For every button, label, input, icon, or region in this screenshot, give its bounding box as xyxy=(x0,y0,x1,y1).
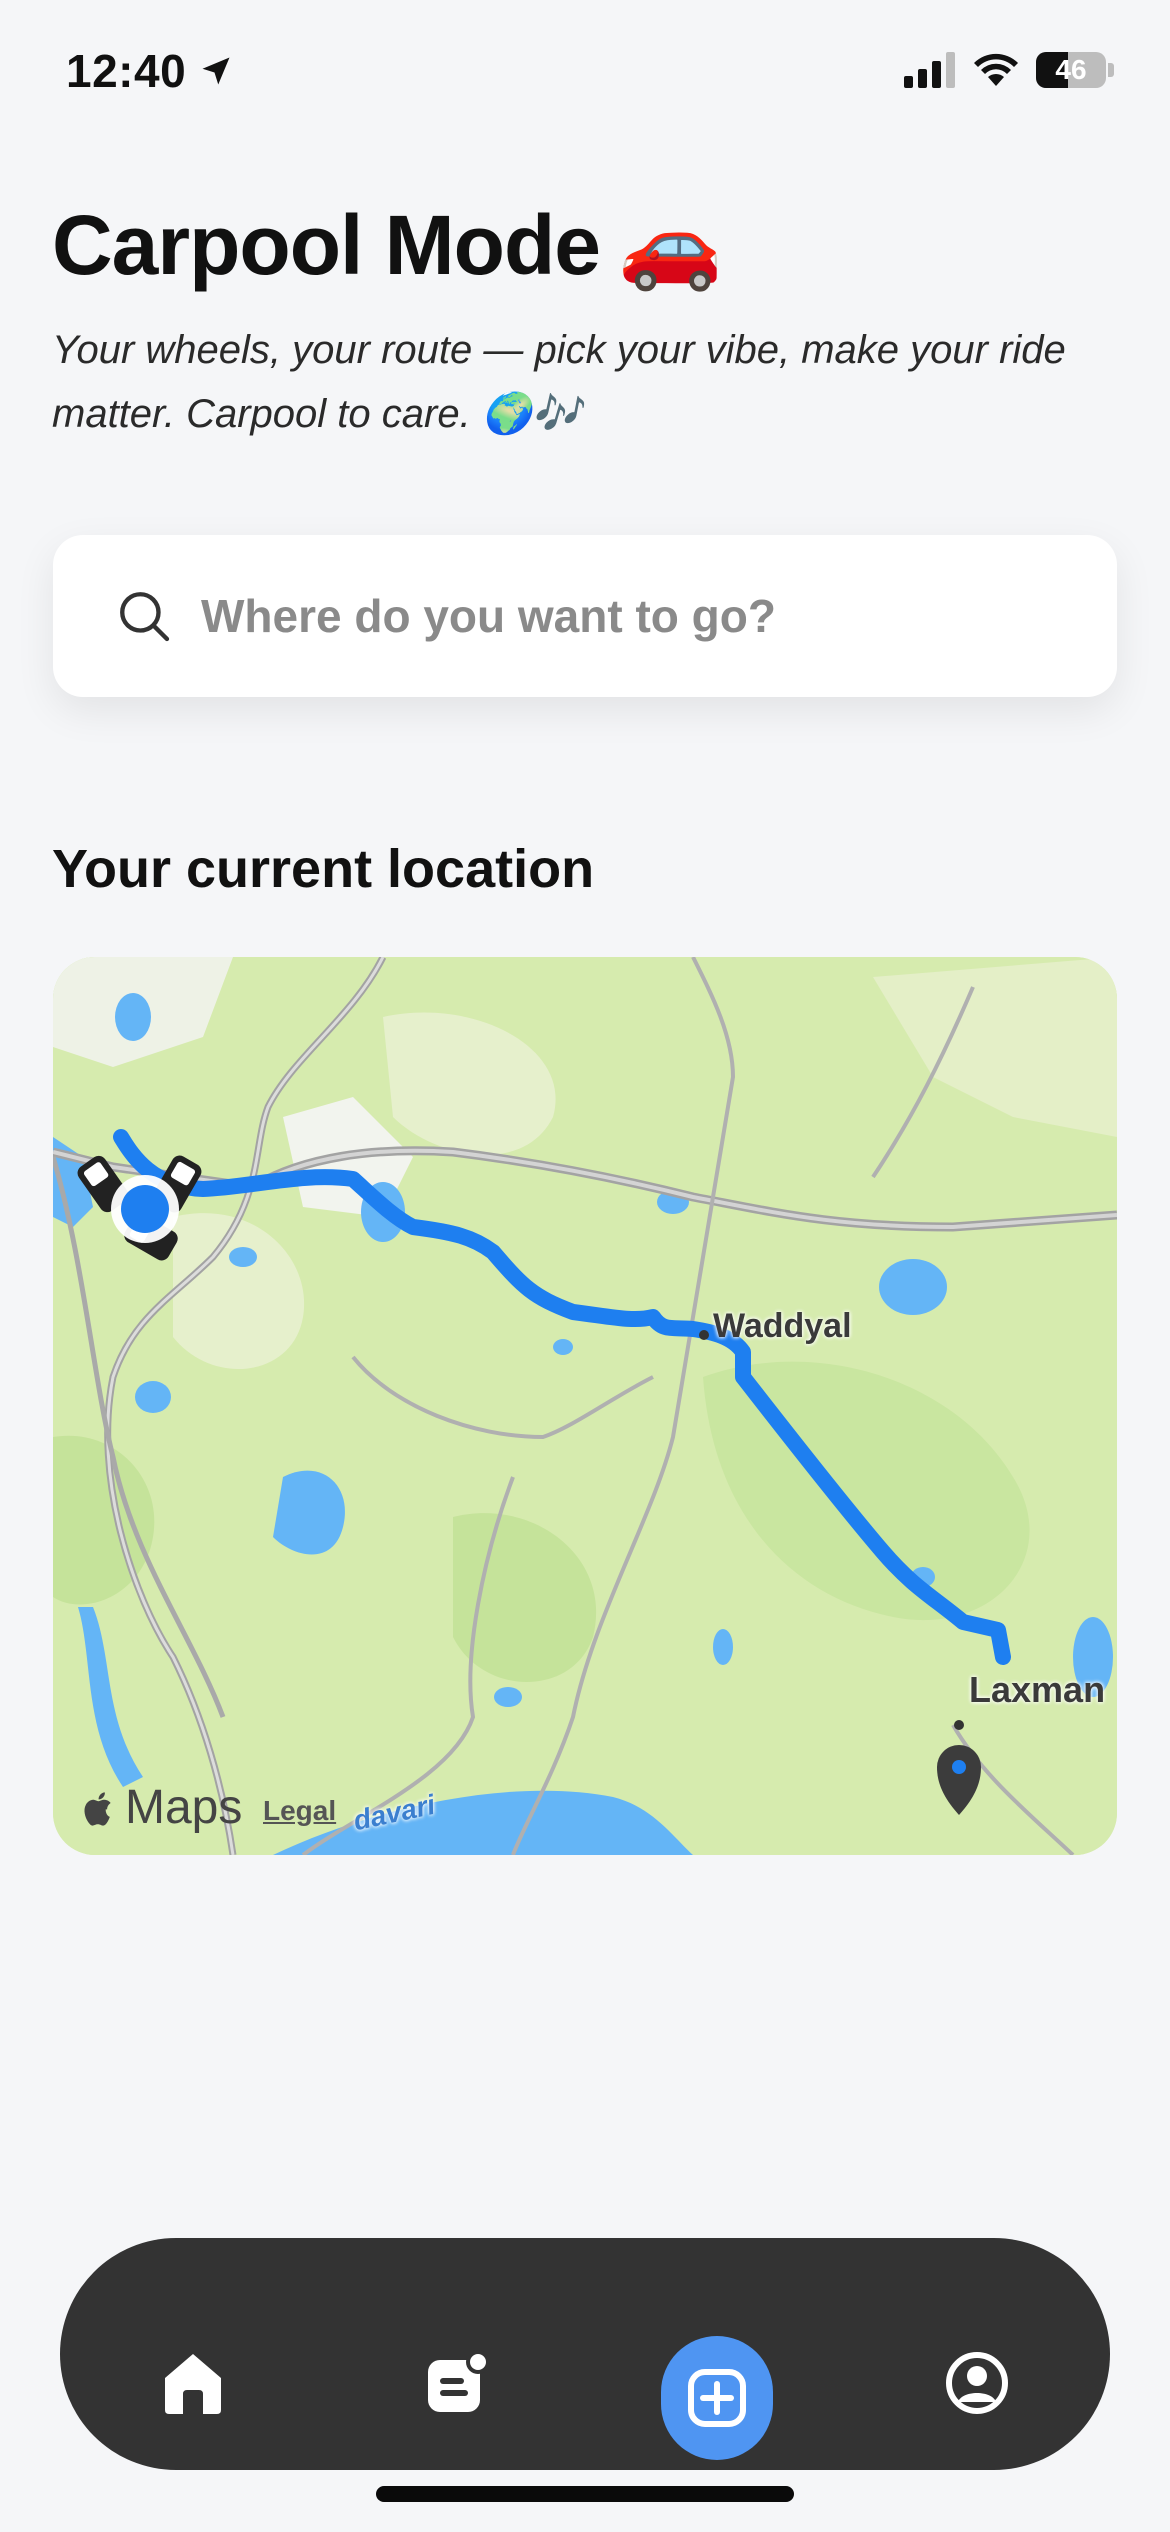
clock-text: 12:40 xyxy=(66,45,187,97)
current-location-heading: Your current location xyxy=(52,839,595,899)
wifi-icon xyxy=(974,53,1018,86)
apple-maps-attribution: Maps xyxy=(83,1780,242,1835)
apple-logo-icon xyxy=(84,1791,111,1826)
tab-bar xyxy=(60,2238,1110,2470)
status-time: 12:40 xyxy=(66,44,234,98)
page-title-text: Carpool Mode xyxy=(52,198,601,292)
car-emoji: 🚗 xyxy=(618,198,723,292)
page-title: Carpool Mode 🚗 xyxy=(52,196,723,295)
tab-home[interactable] xyxy=(148,2338,238,2428)
cellular-signal-icon xyxy=(904,52,955,88)
map-canvas xyxy=(53,957,1117,1855)
legal-link[interactable]: Legal xyxy=(263,1795,336,1827)
page-subtitle: Your wheels, your route — pick your vibe… xyxy=(52,328,1066,436)
news-feed-icon xyxy=(428,2350,490,2412)
map-label-waddyal: Waddyal xyxy=(713,1307,852,1345)
battery-icon: 46 xyxy=(1036,52,1106,88)
home-indicator[interactable] xyxy=(376,2486,794,2502)
tab-add-ride[interactable] xyxy=(661,2336,773,2460)
add-ride-icon xyxy=(688,2369,746,2427)
search-icon xyxy=(120,592,170,642)
status-bar: 12:40 46 xyxy=(0,0,1170,150)
profile-icon xyxy=(946,2352,1008,2414)
search-bar[interactable] xyxy=(53,535,1117,697)
maps-attribution-text: Maps xyxy=(125,1781,243,1834)
battery-level: 46 xyxy=(1055,54,1087,85)
search-input[interactable] xyxy=(201,589,1061,643)
tab-feed[interactable] xyxy=(412,2338,502,2428)
location-arrow-icon xyxy=(202,57,230,85)
battery-cap xyxy=(1108,63,1114,77)
status-icons: 46 xyxy=(904,52,1114,88)
map-label-laxman: Laxman xyxy=(969,1669,1106,1710)
route-map[interactable]: Waddyal Laxman davari Maps Legal xyxy=(53,957,1117,1855)
home-icon xyxy=(165,2354,221,2414)
tab-profile[interactable] xyxy=(932,2338,1022,2428)
